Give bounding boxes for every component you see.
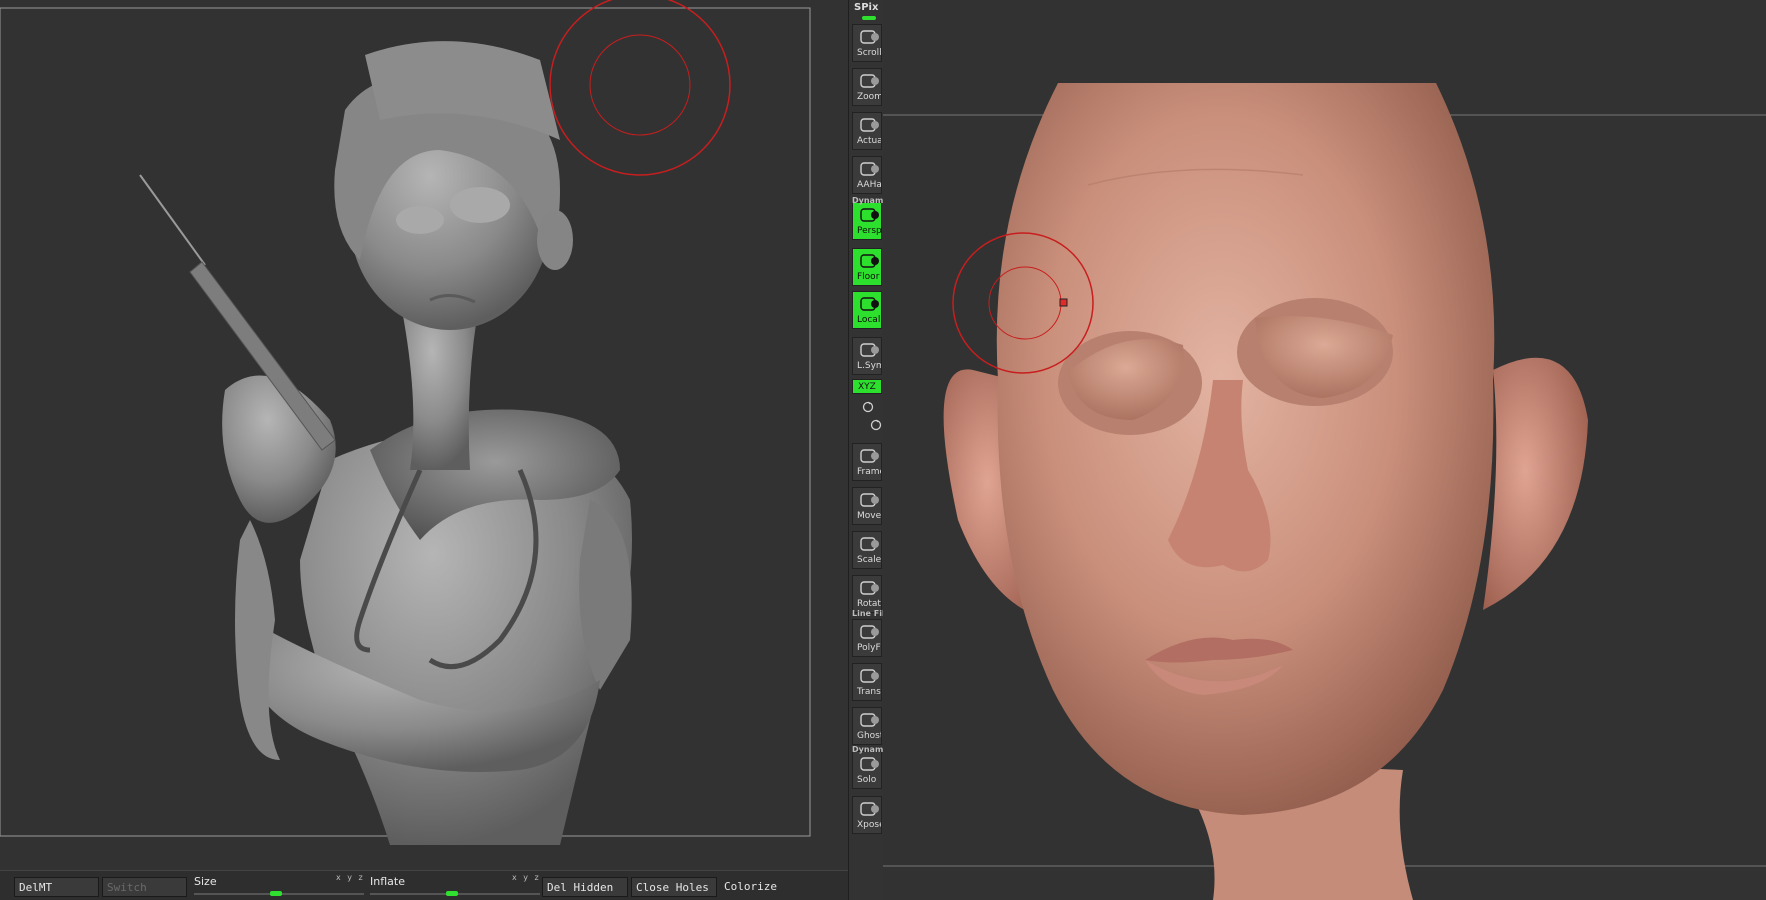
frame-icon (859, 448, 881, 464)
tool-button-label: Actual (857, 136, 881, 146)
colorize-button[interactable]: Colorize (720, 877, 806, 897)
tool-button-label: L.Sym (857, 361, 882, 371)
bottom-tool-bar: DelMT Switch Size x y z Inflate x y z De… (0, 870, 848, 900)
radial-symmetry-icon[interactable] (861, 399, 875, 413)
tool-button-floor[interactable]: Floor (852, 248, 882, 286)
hand-icon (859, 29, 881, 45)
xyz-symmetry-toggle[interactable]: XYZ (852, 379, 882, 394)
tool-button-actual[interactable]: Actual (852, 112, 882, 150)
brush-center-dot (1059, 298, 1068, 307)
tool-button-solo[interactable]: Solo (852, 751, 882, 789)
zbrush-app: DelMT Switch Size x y z Inflate x y z De… (0, 0, 1766, 900)
inflate-slider-label: Inflate (370, 875, 405, 888)
local-icon (859, 296, 881, 312)
tool-button-label: Zoom (857, 92, 882, 102)
tool-button-label: Local (857, 315, 881, 325)
tool-button-zoom[interactable]: Zoom (852, 68, 882, 106)
inflate-xyz-toggle[interactable]: x y z (512, 873, 541, 882)
brush-draw-ring-inner (589, 34, 691, 136)
right-viewport-canvas[interactable] (883, 0, 1766, 900)
ghost-icon (859, 712, 881, 728)
tool-button-rotate[interactable]: Rotate (852, 575, 882, 613)
tool-button-scale[interactable]: Scale (852, 531, 882, 569)
face-ear-right (1483, 357, 1588, 610)
brush-draw-ring-outer (549, 0, 731, 176)
scale-icon (859, 536, 881, 552)
size-xyz-toggle[interactable]: x y z (336, 873, 365, 882)
magnifier-icon (859, 161, 881, 177)
close-holes-button[interactable]: Close Holes (631, 877, 717, 897)
tool-button-label: Transp (857, 687, 881, 697)
inflate-slider-knob[interactable] (446, 891, 458, 896)
tool-button-move[interactable]: Move (852, 487, 882, 525)
tool-button-l-sym[interactable]: L.Sym (852, 337, 882, 375)
tool-button-label: PolyF (857, 643, 881, 653)
hand-icon (859, 492, 881, 508)
grid-icon (859, 207, 881, 223)
del-hidden-button[interactable]: Del Hidden (542, 877, 628, 897)
tool-button-label: Floor (857, 272, 880, 282)
left-viewport-canvas[interactable] (0, 0, 848, 870)
tool-button-persp[interactable]: Persp (852, 202, 882, 240)
solo-icon (859, 756, 881, 772)
spix-slider-label: SPix (854, 2, 879, 13)
delmt-button[interactable]: DelMT (14, 877, 99, 897)
nurse-ear (537, 210, 573, 270)
tool-button-label: Persp (857, 226, 882, 236)
syringe-needle (139, 174, 206, 266)
tool-button-label: Rotate (857, 599, 881, 609)
nurse-eye-right (450, 187, 510, 223)
transp-icon (859, 668, 881, 684)
nurse-eye-left (396, 206, 444, 234)
xpose-icon (859, 801, 881, 817)
tool-button-ghost[interactable]: Ghost (852, 707, 882, 745)
spix-slider-knob[interactable] (862, 16, 876, 20)
right-shelf-toolbar: SPix Scroll Zoom Actual AAHalf Persp Floor Loc… (848, 0, 891, 900)
switch-button[interactable]: Switch (102, 877, 187, 897)
tool-button-xpose[interactable]: Xpose (852, 796, 882, 834)
tool-button-label: Scale (857, 555, 882, 565)
tool-button-label: Move (857, 511, 882, 521)
face-sculpt-render[interactable] (883, 0, 1766, 900)
size-slider-knob[interactable] (270, 891, 282, 896)
tool-button-frame[interactable]: Frame (852, 443, 882, 481)
tool-button-label: Scroll (857, 48, 882, 58)
tool-button-local[interactable]: Local (852, 291, 882, 329)
rotate-icon (859, 580, 881, 596)
size-slider-label: Size (194, 875, 217, 888)
tool-button-aahalf[interactable]: AAHalf (852, 156, 882, 194)
tool-button-transp[interactable]: Transp (852, 663, 882, 701)
nurse-sculpt-render[interactable] (0, 0, 848, 870)
magnifier-icon (859, 73, 881, 89)
tool-button-label: Solo (857, 775, 877, 785)
tool-button-label: Frame (857, 467, 881, 477)
magnifier-icon (859, 117, 881, 133)
tool-button-scroll[interactable]: Scroll (852, 24, 882, 62)
polyframe-icon (859, 624, 881, 640)
tool-button-label: Xpose (857, 820, 882, 830)
tool-button-label: Ghost (857, 731, 882, 741)
floor-icon (859, 253, 881, 269)
face-head (996, 83, 1495, 815)
sym-icon (859, 342, 881, 358)
tool-button-polyf[interactable]: PolyF (852, 619, 882, 657)
rotate-symmetry-icon[interactable] (869, 417, 883, 431)
tool-button-label: AAHalf (857, 180, 882, 190)
